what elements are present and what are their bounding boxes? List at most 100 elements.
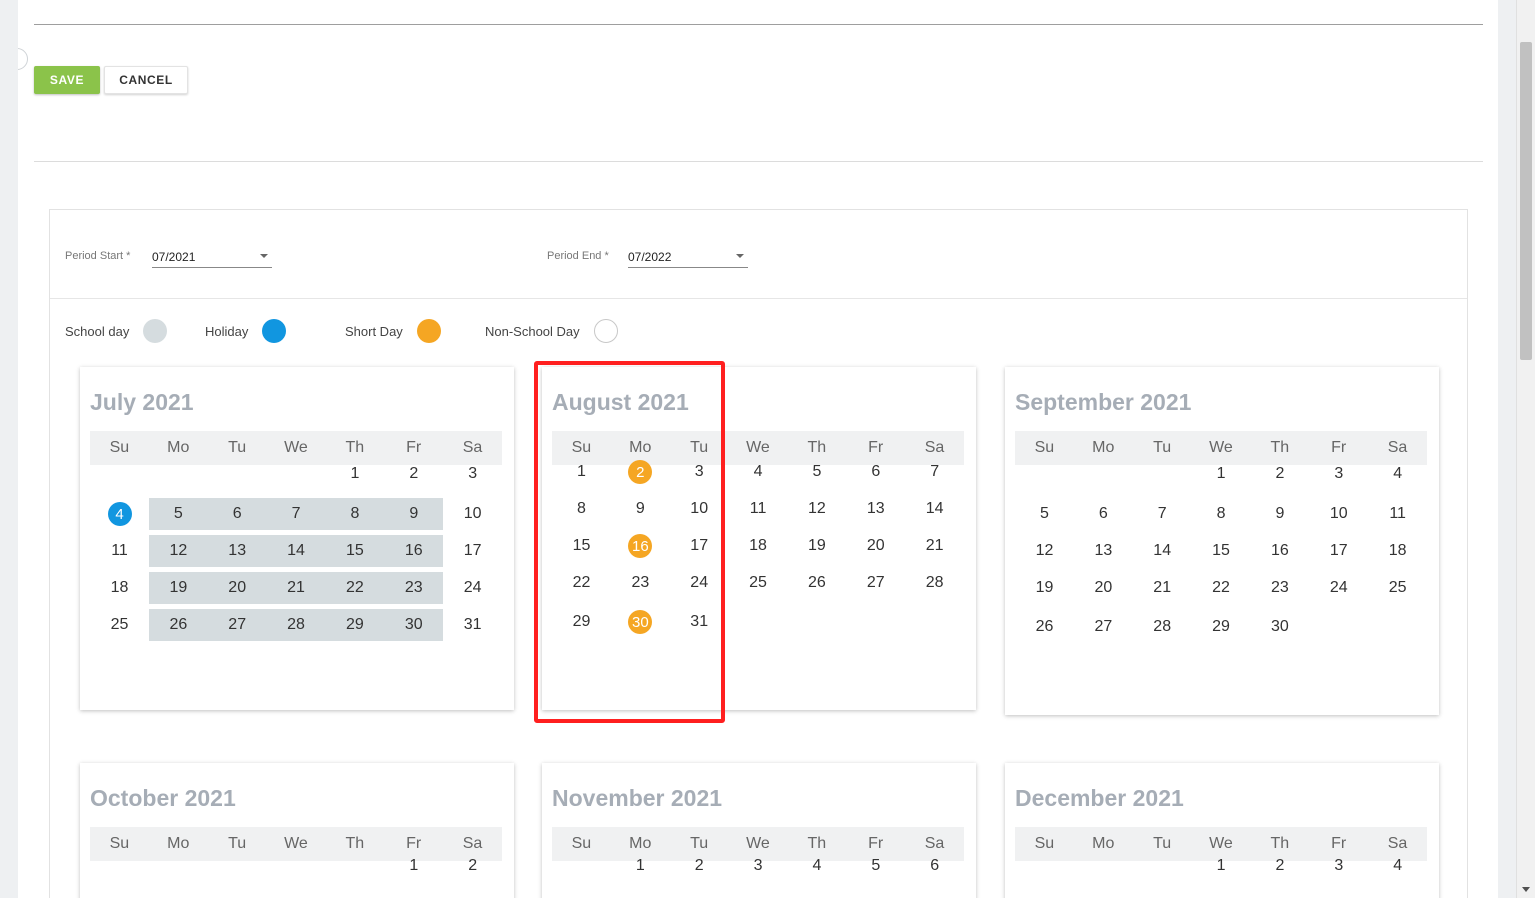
calendar-day[interactable]: 21 xyxy=(1133,572,1192,604)
calendar-day[interactable]: 29 xyxy=(325,609,385,641)
calendar-day[interactable]: 19 xyxy=(1015,572,1074,604)
calendar-day[interactable]: 24 xyxy=(1309,572,1368,604)
calendar-day[interactable]: 27 xyxy=(846,567,905,599)
calendar-day[interactable]: 7 xyxy=(905,456,964,488)
calendar-day[interactable]: 9 xyxy=(384,498,444,530)
calendar-day[interactable]: 29 xyxy=(1192,611,1251,643)
calendar-day[interactable]: 27 xyxy=(207,609,267,641)
calendar-day[interactable]: 2 xyxy=(384,458,443,490)
vertical-scrollbar[interactable] xyxy=(1516,0,1535,898)
calendar-day[interactable]: 18 xyxy=(729,530,788,562)
scrollbar-thumb[interactable] xyxy=(1520,42,1532,360)
calendar-day[interactable]: 4 xyxy=(729,456,788,488)
calendar-day[interactable]: 30 xyxy=(611,606,670,638)
calendar-day[interactable]: 30 xyxy=(1250,611,1309,643)
calendar-day[interactable]: 8 xyxy=(325,498,385,530)
calendar-day[interactable]: 3 xyxy=(1309,458,1368,490)
calendar-day[interactable]: 26 xyxy=(1015,611,1074,643)
calendar-day[interactable]: 9 xyxy=(1250,498,1309,530)
calendar-day[interactable]: 24 xyxy=(443,572,502,604)
calendar-day[interactable]: 10 xyxy=(1309,498,1368,530)
calendar-day[interactable]: 31 xyxy=(443,609,502,641)
calendar-day[interactable]: 23 xyxy=(1250,572,1309,604)
calendar-day[interactable]: 15 xyxy=(325,535,385,567)
calendar-day[interactable]: 9 xyxy=(611,493,670,525)
calendar-day[interactable]: 18 xyxy=(90,572,149,604)
calendar-day[interactable]: 13 xyxy=(846,493,905,525)
calendar-day[interactable]: 13 xyxy=(207,535,267,567)
period-end-select[interactable]: 07/2022 xyxy=(628,248,748,268)
cancel-button[interactable]: CANCEL xyxy=(104,66,188,94)
calendar-day[interactable]: 25 xyxy=(1368,572,1427,604)
calendar-day[interactable]: 22 xyxy=(1192,572,1251,604)
save-button[interactable]: SAVE xyxy=(34,66,100,94)
calendar-day[interactable]: 11 xyxy=(90,535,149,567)
calendar-day[interactable]: 10 xyxy=(443,498,502,530)
calendar-day[interactable]: 30 xyxy=(384,609,444,641)
calendar-day[interactable]: 26 xyxy=(148,609,208,641)
calendar-day[interactable]: 2 xyxy=(1250,458,1309,490)
calendar-day[interactable]: 6 xyxy=(207,498,267,530)
calendar-day[interactable]: 10 xyxy=(670,493,729,525)
calendar-day[interactable]: 14 xyxy=(905,493,964,525)
calendar-day[interactable]: 2 xyxy=(670,850,729,882)
calendar-day[interactable]: 20 xyxy=(1074,572,1133,604)
sidebar-toggle-handle[interactable] xyxy=(18,48,28,70)
calendar-day[interactable]: 8 xyxy=(1192,498,1251,530)
calendar-day[interactable]: 17 xyxy=(443,535,502,567)
calendar-day[interactable]: 22 xyxy=(325,572,385,604)
calendar-day[interactable]: 21 xyxy=(266,572,326,604)
calendar-day[interactable]: 7 xyxy=(1133,498,1192,530)
calendar-day[interactable]: 17 xyxy=(670,530,729,562)
calendar-day[interactable]: 3 xyxy=(729,850,788,882)
calendar-day[interactable]: 1 xyxy=(1192,850,1251,882)
calendar-day[interactable]: 29 xyxy=(552,606,611,638)
calendar-day[interactable]: 23 xyxy=(611,567,670,599)
calendar-day[interactable]: 16 xyxy=(384,535,444,567)
calendar-day[interactable]: 20 xyxy=(846,530,905,562)
calendar-day[interactable]: 2 xyxy=(1250,850,1309,882)
calendar-day[interactable]: 4 xyxy=(787,850,846,882)
calendar-day[interactable]: 7 xyxy=(266,498,326,530)
calendar-day[interactable]: 11 xyxy=(729,493,788,525)
calendar-day[interactable]: 4 xyxy=(1368,850,1427,882)
calendar-day[interactable]: 20 xyxy=(207,572,267,604)
calendar-day[interactable]: 22 xyxy=(552,567,611,599)
calendar-day[interactable]: 25 xyxy=(90,609,149,641)
calendar-day[interactable]: 5 xyxy=(148,498,208,530)
calendar-day[interactable]: 24 xyxy=(670,567,729,599)
calendar-day[interactable]: 5 xyxy=(787,456,846,488)
calendar-day[interactable]: 13 xyxy=(1074,535,1133,567)
calendar-day[interactable]: 17 xyxy=(1309,535,1368,567)
calendar-day[interactable]: 1 xyxy=(325,458,384,490)
calendar-day[interactable]: 15 xyxy=(552,530,611,562)
calendar-day[interactable]: 4 xyxy=(1368,458,1427,490)
calendar-day[interactable]: 19 xyxy=(148,572,208,604)
calendar-day[interactable]: 21 xyxy=(905,530,964,562)
calendar-day[interactable]: 8 xyxy=(552,493,611,525)
calendar-day[interactable]: 12 xyxy=(787,493,846,525)
calendar-day[interactable]: 11 xyxy=(1368,498,1427,530)
calendar-day[interactable]: 16 xyxy=(1250,535,1309,567)
calendar-day[interactable]: 12 xyxy=(148,535,208,567)
calendar-day[interactable]: 6 xyxy=(1074,498,1133,530)
calendar-day[interactable]: 6 xyxy=(846,456,905,488)
calendar-day[interactable]: 19 xyxy=(787,530,846,562)
calendar-day[interactable]: 3 xyxy=(443,458,502,490)
calendar-day[interactable]: 2 xyxy=(443,850,502,882)
calendar-day[interactable]: 4 xyxy=(90,498,149,530)
calendar-day[interactable]: 1 xyxy=(552,456,611,488)
calendar-day[interactable]: 15 xyxy=(1192,535,1251,567)
calendar-day[interactable]: 28 xyxy=(905,567,964,599)
calendar-day[interactable]: 2 xyxy=(611,456,670,488)
period-start-select[interactable]: 07/2021 xyxy=(152,248,272,268)
calendar-day[interactable]: 14 xyxy=(266,535,326,567)
calendar-day[interactable]: 6 xyxy=(905,850,964,882)
calendar-day[interactable]: 18 xyxy=(1368,535,1427,567)
calendar-day[interactable]: 25 xyxy=(729,567,788,599)
calendar-day[interactable]: 26 xyxy=(787,567,846,599)
scroll-down-arrow-icon[interactable] xyxy=(1522,887,1530,892)
calendar-day[interactable]: 12 xyxy=(1015,535,1074,567)
calendar-day[interactable]: 28 xyxy=(1133,611,1192,643)
calendar-day[interactable]: 5 xyxy=(1015,498,1074,530)
